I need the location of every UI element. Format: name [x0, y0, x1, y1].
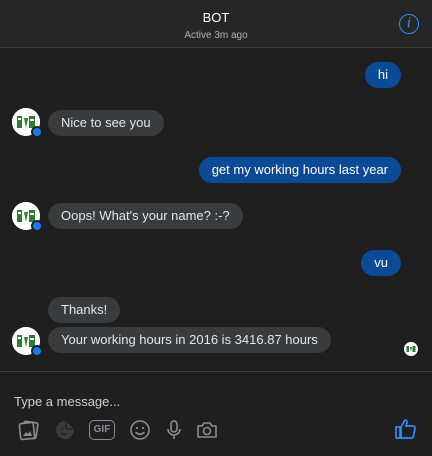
image-icon[interactable] [17, 418, 41, 442]
gif-icon[interactable]: GIF [89, 420, 115, 440]
sticker-icon[interactable] [53, 418, 77, 442]
message-bubble-outgoing: hi [364, 62, 401, 88]
camera-icon[interactable] [195, 418, 219, 442]
bot-logo-icon [406, 346, 416, 352]
chat-title: BOT [202, 10, 230, 25]
messenger-badge-icon [31, 126, 43, 138]
message-bubble-incoming: Oops! What's your name? :-? [48, 203, 243, 229]
microphone-icon[interactable] [162, 418, 186, 442]
bot-avatar[interactable] [12, 202, 43, 232]
like-icon[interactable] [394, 417, 418, 441]
info-icon[interactable]: i [399, 14, 419, 34]
message-bubble-incoming: Your working hours in 2016 is 3416.87 ho… [48, 327, 331, 353]
bot-avatar[interactable] [12, 108, 43, 138]
active-status: Active 3m ago [184, 30, 248, 41]
message-thread: hi Nice to see you get my working hours … [0, 48, 432, 370]
message-bubble-incoming: Thanks! [48, 297, 121, 323]
message-bubble-outgoing: get my working hours last year [198, 157, 401, 183]
message-input[interactable] [12, 391, 396, 411]
messenger-badge-icon [31, 345, 43, 357]
chat-header: BOT Active 3m ago i [0, 0, 432, 48]
emoji-icon[interactable] [128, 418, 152, 442]
composer: GIF [0, 371, 432, 456]
bot-avatar[interactable] [12, 327, 43, 357]
message-bubble-outgoing: vu [361, 250, 401, 276]
seen-indicator-avatar [404, 342, 418, 356]
messenger-badge-icon [31, 220, 43, 232]
message-bubble-incoming: Nice to see you [48, 110, 164, 136]
